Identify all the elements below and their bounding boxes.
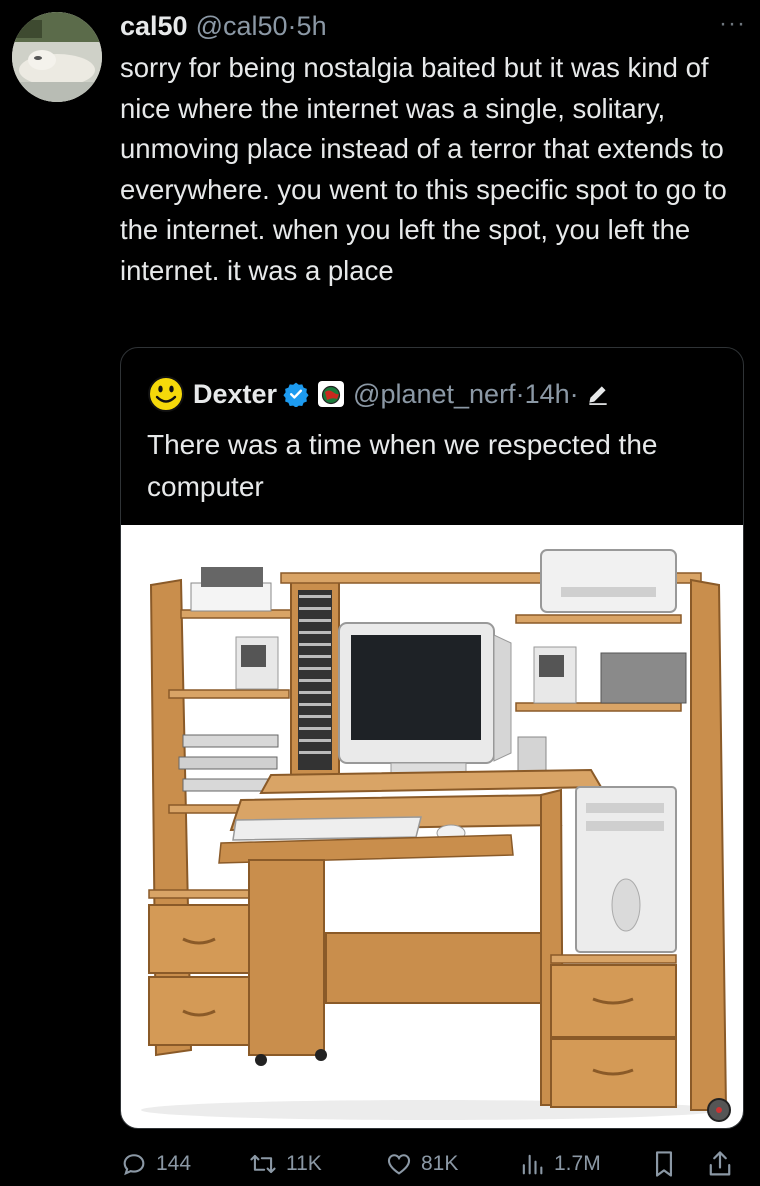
quoted-post[interactable]: Dexter @planet_nerf·14h· There was a tim… — [120, 347, 744, 1129]
bookmark-button[interactable] — [650, 1146, 686, 1182]
author-handle[interactable]: @cal50·5h — [196, 11, 327, 42]
avatar[interactable] — [12, 12, 102, 102]
quoted-author-name[interactable]: Dexter — [193, 379, 277, 410]
repost-button[interactable]: 11K — [248, 1146, 322, 1182]
post-time[interactable]: 5h — [297, 11, 327, 41]
reply-count: 144 — [156, 1152, 192, 1175]
verified-badge-icon — [283, 382, 309, 407]
bookmark-icon — [655, 1151, 673, 1177]
heart-icon — [387, 1154, 411, 1175]
action-bar: 144 11K 81K 1.7M — [120, 1146, 750, 1182]
quoted-post-time: 14h — [524, 378, 570, 409]
post-text: sorry for being nostalgia baited but it … — [120, 52, 727, 286]
separator: · — [515, 378, 525, 409]
repost-icon — [250, 1154, 276, 1174]
edit-pencil-icon[interactable] — [585, 381, 611, 407]
share-button[interactable] — [706, 1146, 742, 1182]
post-header: cal50 @cal50·5h ··· — [120, 6, 746, 46]
like-button[interactable]: 81K — [385, 1146, 458, 1182]
separator: · — [287, 10, 297, 41]
quoted-post-image[interactable] — [121, 525, 743, 1128]
like-count: 81K — [421, 1152, 459, 1175]
separator: · — [569, 378, 579, 409]
smiley-avatar-icon[interactable] — [147, 375, 185, 413]
computer-desk-illustration — [141, 549, 731, 1122]
repost-count: 11K — [286, 1152, 322, 1175]
avatar-image — [12, 12, 102, 102]
views-button[interactable]: 1.7M — [518, 1146, 601, 1182]
quoted-post-header: Dexter @planet_nerf·14h· — [147, 374, 611, 414]
reply-button[interactable]: 144 — [120, 1146, 191, 1182]
reply-icon — [123, 1154, 145, 1176]
quoted-author-handle[interactable]: @planet_nerf·14h· — [353, 379, 579, 410]
author-name[interactable]: cal50 — [120, 11, 188, 42]
quoted-handle-text: @planet_nerf — [353, 378, 516, 409]
quoted-post-text: There was a time when we respected the c… — [147, 429, 658, 502]
author-handle-text: @cal50 — [195, 10, 288, 41]
more-options-icon[interactable]: ··· — [719, 10, 746, 38]
share-icon — [709, 1151, 731, 1176]
views-chart-icon — [522, 1154, 543, 1175]
view-count: 1.7M — [554, 1152, 601, 1175]
globe-badge-icon — [318, 381, 345, 407]
